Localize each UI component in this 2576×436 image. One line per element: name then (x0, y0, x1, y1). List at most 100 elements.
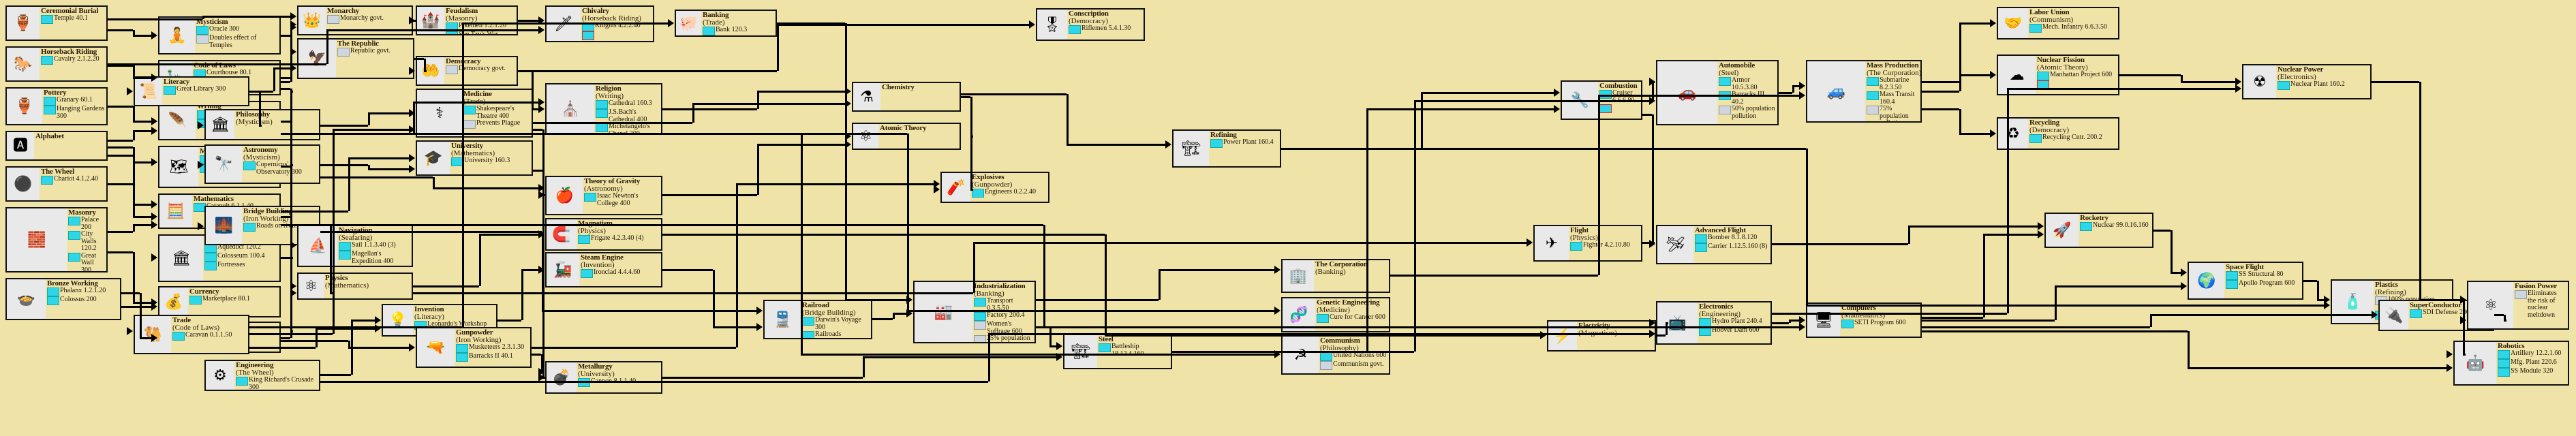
tech-node-body: DemocracyDemocracy govt. (444, 57, 517, 84)
connector-philosophy-communism (801, 354, 1274, 356)
tech-node-electricity[interactable]: ⚡Electricity(Magnetism) (1547, 320, 1656, 352)
tech-node-nuclear-power[interactable]: ☢ Nuclear Power (Electronics) Nuclear Plant… (2242, 64, 2372, 99)
tech-effect-label: Hanging Gardens 300 (57, 105, 105, 120)
bank-icon (703, 27, 715, 35)
connector-religion-chemistry (757, 91, 845, 93)
colossus-icon (47, 296, 59, 305)
tech-effect: Communism govt. (1320, 360, 1387, 370)
tech-node-ceremonial-burial[interactable]: 🏺 Ceremonial Burial Temple 40.1 (5, 5, 108, 41)
tech-node-robotics[interactable]: 🤖 Robotics Artillery 12.2.1.60 Mfg. Plant 2… (2453, 341, 2569, 386)
tech-node-chemistry[interactable]: ⚗ Chemistry (852, 82, 961, 112)
tech-node-computers[interactable]: 🖥 Computers (Mathematics) SETI Program 600 (1806, 302, 1922, 338)
tech-node-the-corporation[interactable]: 🏢 The Corporation (Banking) (1281, 259, 1390, 293)
tech-node-body: Mass Production (The Corporation) Submarin… (1865, 61, 1920, 121)
tech-node-pottery[interactable]: 🏺 Pottery Granary 60.1 Hanging Gardens 300 (5, 87, 108, 125)
tech-node-rocketry[interactable]: 🚀 Rocketry Nuclear 99.0.16.160 (2044, 213, 2153, 248)
rail-icon (802, 331, 814, 338)
tech-effect: Cavalry 2.1.2.20 (41, 55, 105, 65)
tech-node-atomic-theory[interactable]: ⚛ Atomic Theory (852, 123, 961, 150)
tech-node-railroad[interactable]: 🚆 Railroad (Bridge Building) Darwin's Voyag… (763, 300, 872, 339)
connector-space-flight-plastics (2317, 281, 2319, 300)
connector-iron-working-gunpowder (348, 347, 409, 349)
piggy-bank-icon: 🐖 (676, 11, 701, 35)
connector-mass-production-nuclear-fission (1959, 74, 1990, 76)
connector-computers-rocketry (1983, 234, 2038, 236)
tech-node-the-republic[interactable]: 🦅 The Republic Republic govt. (297, 38, 414, 79)
tech-node-labor-union[interactable]: 🤝 Labor Union (Communism) Mech. Infantry 6.… (1997, 7, 2119, 40)
tech-effect: Darwin's Voyage 300 (802, 316, 870, 331)
tech-node-flight[interactable]: ✈ Flight (Physics) Fighter 4.2.10.80 (1533, 225, 1642, 262)
tech-node-steel[interactable]: 🏗SteelBattleship 18.12.4.160 (1063, 334, 1172, 369)
connector-physics-flight (973, 242, 1527, 244)
tech-node-medicine[interactable]: ⚕Medicine(Trade)Shakespeare's Theatre 40… (416, 89, 533, 138)
tech-node-currency[interactable]: 💰 Currency Marketplace 80.1 (158, 286, 281, 317)
connector-arrowhead (2181, 268, 2187, 277)
connector-banking-industrialization (777, 22, 845, 25)
connector-invention-steam-engine (521, 269, 538, 271)
connector-horseback-riding-chivalry (108, 63, 326, 65)
connector-the-wheel-mathematics (108, 183, 133, 185)
tech-node-body: Ceremonial Burial Temple 40.1 (40, 7, 106, 40)
tech-node-astronomy[interactable]: 🔭 Astronomy (Mysticism) Copernicus' Observa… (204, 144, 320, 184)
tech-node-bronze-working[interactable]: 🍲 Bronze Working Phalanx 1.2.1.20 Colossus … (5, 278, 121, 320)
connector-advanced-flight-rocketry (1908, 225, 2038, 228)
connector-arrowhead (1056, 342, 1062, 350)
tech-node-advanced-flight[interactable]: 🛩 Advanced Flight Bomber 8.1.8.120 Carrier … (1656, 225, 1772, 264)
connector-mysticism-monarchy (281, 35, 290, 37)
tech-node-steam-engine[interactable]: 🚂 Steam Engine (Invention) Ironclad 4.4.4.6… (545, 252, 662, 287)
cavalry-icon (41, 56, 53, 65)
connector-philosophy-medicine (320, 125, 368, 127)
tech-node-communism[interactable]: ☭ Communism (Philosophy) United Nations 600… (1281, 335, 1390, 375)
tech-node-horseback-riding[interactable]: 🐎 Horseback Riding Cavalry 2.1.2.20 (5, 46, 108, 82)
tech-node-explosives[interactable]: 🧨 Explosives (Gunpowder) Engineers 0.2.2.40 (940, 172, 1049, 203)
connector-computers-rocketry (1922, 317, 1983, 319)
riflemen-icon: 🎖 (1037, 10, 1067, 40)
tech-effect-label: Monarchy govt. (340, 14, 384, 22)
connector-masonry-currency (133, 252, 135, 302)
tech-node-refining[interactable]: 🏗 Refining Power Plant 160.4 (1172, 129, 1281, 168)
corporation-icon: 🏢 (1283, 260, 1314, 292)
tech-node-religion[interactable]: ⛪ Religion (Writing) Cathedral 160.3 J.S.Bac… (545, 83, 662, 135)
tech-node-theory-of-gravity[interactable]: 🍎 Theory of Gravity (Astronomy) Isaac Newto… (545, 176, 662, 215)
tech-node-engineering[interactable]: ⚙ Engineering (The Wheel) King Richard's Cr… (204, 360, 320, 391)
connector-writing-religion (413, 102, 538, 104)
tech-node-philosophy[interactable]: 🏛 Philosophy (Mysticism) (204, 109, 320, 140)
tech-node-alphabet[interactable]: 🅰 Alphabet (5, 131, 108, 161)
connector-trade-invention (316, 328, 318, 347)
tech-node-fusion-power[interactable]: ⚛ Fusion Power Eliminates the risk of nucl… (2467, 281, 2569, 330)
tech-node-gunpowder[interactable]: 🔫 Gunpowder (Iron Working) Musketeers 2.3.1… (416, 327, 532, 368)
tech-effect: Caravan 0.1.1.50 (172, 331, 247, 341)
tech-node-banking[interactable]: 🐖 Banking (Trade) Bank 120.3 (675, 10, 777, 37)
tech-node-mysticism[interactable]: 🧘 Mysticism Oracle 300 Doubles effect of Te… (158, 16, 281, 54)
tech-node-recycling[interactable]: ♻ Recycling (Democracy) Recycling Cntr. 200… (1997, 117, 2119, 150)
tech-node-metallurgy[interactable]: 💣Metallurgy(University)Cannon 8.1.1.40 (545, 361, 662, 394)
tech-node-conscription[interactable]: 🎖 Conscription (Democracy) Riflemen 5.4.1.3… (1036, 8, 1145, 41)
connector-electronics-computers (1772, 322, 1789, 324)
tech-node-space-flight[interactable]: 🌍 Space Flight SS Structural 80 Apollo Prog… (2188, 262, 2303, 300)
connector-the-corporation-mass-production (1390, 275, 1598, 277)
connector-religion-chemistry (662, 108, 757, 110)
connector-arrowhead (756, 307, 763, 315)
obsolete-chariot-icon (582, 31, 594, 40)
advisor-icon (974, 321, 986, 330)
tech-effect-label: Mfg. Plant 220.6 (2511, 358, 2557, 366)
tech-effect-label: Mech. Infantry 6.6.3.50 (2042, 23, 2107, 31)
advisor-icon (2515, 290, 2527, 299)
connector-theory-of-gravity-atomic-theory (662, 194, 757, 196)
connector-arrowhead (934, 185, 940, 193)
tech-node-democracy[interactable]: 🤲DemocracyDemocracy govt. (416, 56, 518, 86)
connector-space-flight-plastics (2317, 299, 2324, 301)
tech-node-automobile[interactable]: 🚗Automobile(Steel)Armor 10.5.3.80Barrack… (1656, 60, 1779, 125)
tech-node-the-wheel[interactable]: ⚫ The Wheel Chariot 4.1.2.40 (5, 166, 108, 202)
tech-node-mass-production[interactable]: 🚙 Mass Production (The Corporation) Submari… (1806, 60, 1922, 123)
tech-node-electronics[interactable]: 📺 Electronics (Engineering) Hydro Plant 240… (1656, 301, 1772, 345)
tech-node-physics[interactable]: ⚛ Physics (Mathematics) (297, 272, 413, 300)
tech-node-body: Alphabet (34, 132, 106, 159)
tech-node-masonry[interactable]: 🧱 Masonry Palace 200 City Walls 120.2 Great … (5, 207, 108, 272)
connector-construction-navigation (281, 257, 290, 259)
tech-effect-label: Marketplace 80.1 (202, 295, 250, 302)
tech-node-university[interactable]: 🎓 University (Mathematics) University 160.3 (416, 140, 533, 176)
tech-node-magnetism[interactable]: 🧲 Magnetism (Physics) Frigate 4.2.3.40 (4) (545, 218, 662, 251)
connector-literacy-philosophy (259, 91, 261, 125)
connector-bridge-building-physics (330, 225, 332, 293)
